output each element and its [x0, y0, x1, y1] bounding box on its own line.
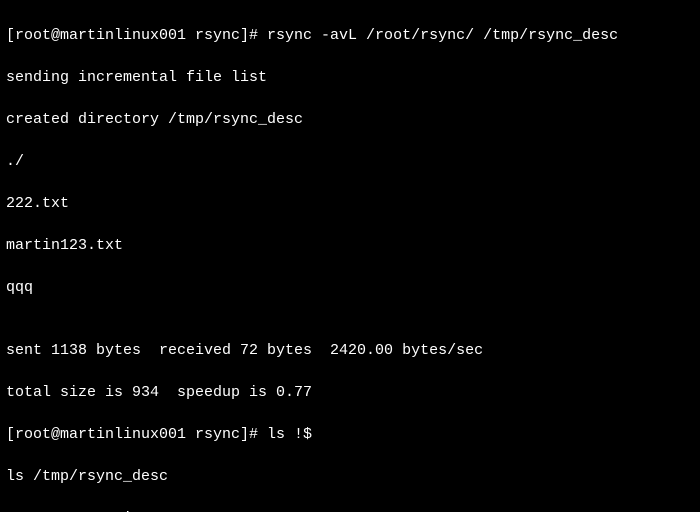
terminal-line: ./: [6, 151, 694, 172]
terminal-line: ls /tmp/rsync_desc: [6, 466, 694, 487]
terminal-line: created directory /tmp/rsync_desc: [6, 109, 694, 130]
terminal-line: sent 1138 bytes received 72 bytes 2420.0…: [6, 340, 694, 361]
terminal-line: qqq: [6, 277, 694, 298]
terminal-line: [root@martinlinux001 rsync]# rsync -avL …: [6, 25, 694, 46]
terminal-line: 222.txt martin123.txt qqq: [6, 508, 694, 512]
terminal-line: martin123.txt: [6, 235, 694, 256]
terminal-line: total size is 934 speedup is 0.77: [6, 382, 694, 403]
terminal-window[interactable]: [root@martinlinux001 rsync]# rsync -avL …: [0, 0, 700, 512]
terminal-line: 222.txt: [6, 193, 694, 214]
terminal-line: [root@martinlinux001 rsync]# ls !$: [6, 424, 694, 445]
terminal-line: sending incremental file list: [6, 67, 694, 88]
